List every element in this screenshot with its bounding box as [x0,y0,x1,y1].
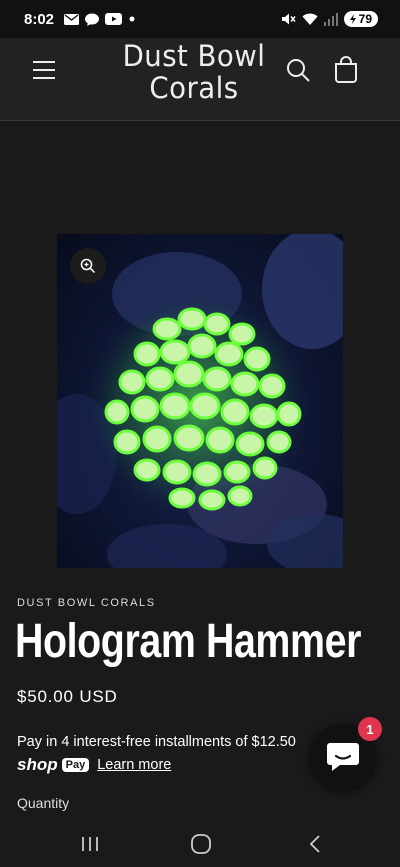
shop-pay-badge: Pay [61,758,90,772]
chat-notification-badge: 1 [358,717,382,741]
chat-bubble-icon [327,743,359,771]
battery-level: 79 [358,12,372,26]
cart-icon [335,56,357,83]
status-left: 8:02 [24,11,136,28]
recent-apps-icon [82,837,98,851]
shop-pay-logo: shop [17,755,58,774]
recent-apps-button[interactable] [75,829,105,859]
product-vendor: DUST BOWL CORALS [17,597,156,609]
status-time: 8:02 [24,10,55,28]
product-image[interactable] [57,234,343,568]
coral-photo [57,234,343,568]
wifi-icon [302,13,318,26]
chat-icon [85,13,100,26]
logo-line-2: Corals [149,71,239,105]
quantity-label: Quantity [17,795,70,811]
signal-icon [323,12,338,26]
search-icon [287,59,310,82]
home-icon [191,834,211,854]
site-header: Dust Bowl Corals [0,38,400,121]
installments-text: Pay in 4 interest-free installments of $… [17,734,296,750]
product-page: DUST BOWL CORALS Hologram Hammer $50.00 … [0,122,400,820]
system-nav-bar [0,820,400,867]
back-icon [309,835,320,853]
product-price: $50.00 USD [17,687,118,706]
store-logo[interactable]: Dust Bowl Corals [114,40,274,104]
menu-button[interactable] [30,56,58,84]
home-button[interactable] [186,829,216,859]
search-button[interactable] [284,56,312,84]
back-button[interactable] [300,829,330,859]
shop-pay-row: shop Pay Learn more [17,755,171,775]
learn-more-link[interactable]: Learn more [97,757,171,773]
status-bar: 8:02 79 [0,0,400,38]
menu-icon [33,61,55,79]
zoom-button[interactable] [70,248,106,284]
status-right: 79 [281,11,378,27]
mail-icon [64,13,80,25]
cart-button[interactable] [331,55,361,85]
dot-icon [128,15,136,23]
youtube-icon [105,13,123,25]
logo-line-1: Dust Bowl [122,39,266,73]
zoom-icon [80,258,96,274]
battery-icon: 79 [343,11,378,27]
mute-icon [281,12,296,26]
product-title: Hologram Hammer [15,615,362,668]
